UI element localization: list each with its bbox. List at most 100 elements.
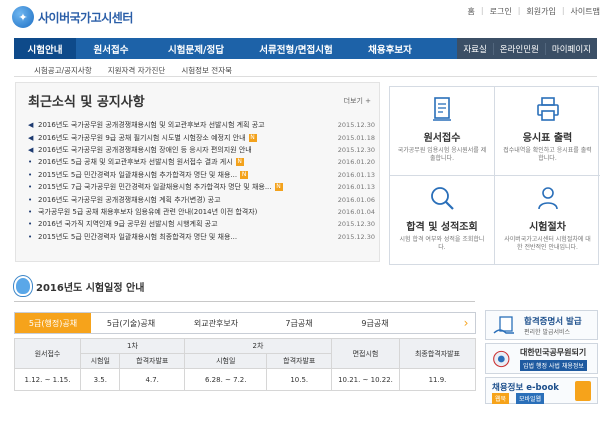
quick-card-apply[interactable]: 원서접수 국가공무원 임용시험 응시원서를 제출합니다. bbox=[390, 87, 495, 176]
news-item-date: 2015.01.18 bbox=[337, 133, 375, 142]
schedule-heading: 2016년도 시험일정 안내 bbox=[14, 276, 144, 296]
quick-card-print[interactable]: 응시표 출력 접수내역을 확인하고 응시표를 출력합니다. bbox=[495, 87, 600, 176]
quick-card-desc: 시험 합격 여부와 성적을 조회합니다. bbox=[399, 236, 485, 251]
news-item[interactable]: • 2015년도 7급 국가공무원 민간경력자 일괄채용시험 추가합격자 명단 및… bbox=[28, 181, 375, 193]
nav-tab-questions-answers[interactable]: 시험문제/정답 bbox=[146, 38, 246, 59]
new-badge-icon: N bbox=[240, 170, 249, 179]
banner-ebook[interactable]: 채용정보 e-book 웹북 모바일웹 bbox=[485, 377, 598, 404]
search-icon bbox=[431, 187, 454, 210]
speaker-icon: ◀ bbox=[28, 133, 34, 142]
quick-card-desc: 국가공무원 임용시험 응시원서를 제출합니다. bbox=[397, 147, 487, 162]
news-item-title: 2016년도 5급 공채 및 외교관후보자 선발시험 원서접수 결과 게시 bbox=[38, 158, 233, 167]
banner-subtitle: 입법 행정 사법 채용정보 bbox=[520, 360, 587, 371]
bullet-icon: • bbox=[28, 170, 33, 179]
schedule-tab-5grade-admin[interactable]: 5급(행정)공채 bbox=[15, 313, 91, 333]
quick-card-title: 시험절차 bbox=[529, 222, 566, 233]
cell-round1-pass: 4.7. bbox=[119, 368, 185, 391]
bullet-icon: • bbox=[28, 195, 33, 204]
news-item[interactable]: • 2016년도 국가공무원 공개경쟁채용시험 계획 추가(변경) 공고 2016.… bbox=[28, 193, 375, 205]
header-pass-announce: 합격자발표 bbox=[266, 353, 332, 369]
quick-card-desc: 접수내역을 확인하고 응시표를 출력합니다. bbox=[503, 147, 592, 162]
quick-card-desc: 사이버국가고시센터 시험절차에 대한 전반적인 안내입니다. bbox=[504, 236, 591, 251]
banner-title: 합격증명서 발급 bbox=[524, 317, 582, 327]
banner-title: 채용정보 e-book bbox=[492, 383, 559, 393]
site-logo[interactable]: ✦ 사이버국가고시센터 bbox=[12, 6, 133, 28]
banner-title: 대한민국공무원되기 bbox=[520, 348, 587, 357]
person-icon bbox=[537, 187, 558, 210]
site-name: 사이버국가고시센터 bbox=[38, 10, 133, 25]
page: ✦ 사이버국가고시센터 홈 | 로그인 | 회원가입 | 사이트맵 시험안내 원… bbox=[0, 0, 610, 421]
nav-tab-application[interactable]: 원서접수 bbox=[76, 38, 146, 59]
schedule-tab-7grade[interactable]: 7급공채 bbox=[261, 313, 337, 333]
news-item-title: 2015년도 5급 민간경력자 일괄채용시험 추가합격자 명단 및 채용... bbox=[38, 170, 238, 179]
divider bbox=[14, 76, 597, 77]
banner-subtitle: 편리한 발급서비스 bbox=[524, 329, 571, 336]
news-item[interactable]: • 국가공무원 5급 공채 채용후보자 임용유예 관련 안내(2014년 이전 합… bbox=[28, 206, 375, 218]
news-item[interactable]: • 2016년 국가직 지역인재 9급 공무원 선발시험 시행계획 공고 2015.… bbox=[28, 218, 375, 230]
schedule-table: 원서접수 1차 2차 면접시험 최종합격자발표 시험일 합격자발표 시험일 합격… bbox=[14, 338, 476, 391]
schedule-tab-diplomat[interactable]: 외교관후보자 bbox=[171, 313, 261, 333]
util-home-link[interactable]: 홈 bbox=[466, 6, 477, 17]
nav-tab-candidates[interactable]: 채용후보자 bbox=[346, 38, 434, 59]
subnav-self-check-link[interactable]: 지원자격 자가진단 bbox=[108, 65, 166, 76]
cell-final: 11.9. bbox=[399, 368, 476, 391]
bullet-icon: • bbox=[28, 207, 33, 216]
divider bbox=[14, 301, 475, 302]
news-item[interactable]: • 2015년도 5급 민간경력자 일괄채용시험 추가합격자 명단 및 채용...… bbox=[28, 169, 375, 181]
news-item[interactable]: ◀ 2016년도 국가공무원 공개경쟁채용시험 및 외교관후보자 선발시험 계획 … bbox=[28, 119, 375, 131]
news-item-title: 2016년도 국가공무원 공개경쟁채용시험 및 외교관후보자 선발시험 계획 공… bbox=[38, 121, 265, 130]
bullet-icon: • bbox=[28, 220, 33, 229]
banner-be-civil-servant[interactable]: 대한민국공무원되기 입법 행정 사법 채용정보 bbox=[485, 343, 598, 374]
new-badge-icon: N bbox=[235, 158, 244, 167]
news-item-title: 국가공무원 5급 공채 채용후보자 임용유예 관련 안내(2014년 이전 합격… bbox=[38, 207, 258, 216]
subnav-notice-link[interactable]: 시험공고/공지사항 bbox=[34, 65, 92, 76]
util-signup-link[interactable]: 회원가입 bbox=[524, 6, 557, 17]
webbook-tag[interactable]: 웹북 bbox=[492, 393, 510, 404]
nav-tab-exam-info[interactable]: 시험안내 bbox=[14, 38, 76, 59]
new-badge-icon: N bbox=[248, 133, 257, 142]
news-item-title: 2016년도 국가공무원 공개경쟁채용시험 계획 추가(변경) 공고 bbox=[38, 195, 221, 204]
news-item[interactable]: ◀ 2016년도 국가공무원 9급 공채 필기시험 시도별 시험장소 예정지 안내… bbox=[28, 131, 375, 143]
header-round1: 1차 bbox=[80, 338, 185, 354]
news-item-title: 2016년 국가직 지역인재 9급 공무원 선발시험 시행계획 공고 bbox=[38, 220, 218, 229]
header-exam-date: 시험일 bbox=[79, 353, 121, 369]
quick-menu: 원서접수 국가공무원 임용시험 응시원서를 제출합니다. 응시표 출력 접수내역… bbox=[389, 86, 600, 265]
news-item-date: 2016.01.06 bbox=[337, 195, 375, 204]
news-item-date: 2015.12.30 bbox=[337, 220, 375, 229]
news-panel: 최근소식 및 공지사항 더보기 + ◀ 2016년도 국가공무원 공개경쟁채용시험… bbox=[15, 82, 380, 262]
nav-tab-document-interview[interactable]: 서류전형/면접시험 bbox=[246, 38, 346, 59]
news-title: 최근소식 및 공지사항 bbox=[28, 95, 145, 110]
quick-card-procedure[interactable]: 시험절차 사이버국가고시센터 시험절차에 대한 전반적인 안내입니다. bbox=[495, 176, 600, 265]
next-arrow-icon[interactable]: › bbox=[457, 313, 475, 333]
nav-mypage-link[interactable]: 마이페이지 bbox=[544, 42, 597, 55]
cell-round1-exam: 3.5. bbox=[79, 368, 121, 391]
header-pass-announce: 합격자발표 bbox=[119, 353, 185, 369]
news-item-title: 2016년도 국가공무원 9급 공채 필기시험 시도별 시험장소 예정지 안내 bbox=[38, 133, 246, 142]
header-final: 최종합격자발표 bbox=[399, 338, 476, 369]
subnav-ebook-link[interactable]: 시험정보 전자북 bbox=[181, 65, 232, 76]
banner-certificate[interactable]: 합격증명서 발급 편리한 발급서비스 bbox=[485, 310, 598, 340]
util-login-link[interactable]: 로그인 bbox=[488, 6, 514, 17]
news-item-date: 2016.01.13 bbox=[337, 183, 375, 192]
quick-card-title: 합격 및 성적조회 bbox=[406, 222, 478, 233]
news-item-date: 2016.01.04 bbox=[337, 207, 375, 216]
news-item[interactable]: • 2015년도 5급 민간경력자 일괄채용시험 최종합격자 명단 및 채용...… bbox=[28, 231, 375, 243]
nav-archive-link[interactable]: 자료실 bbox=[457, 43, 492, 55]
util-sitemap-link[interactable]: 사이트맵 bbox=[569, 6, 602, 17]
cell-apply: 1.12. ~ 1.15. bbox=[14, 368, 81, 391]
news-more-link[interactable]: 더보기 + bbox=[344, 96, 371, 106]
nav-online-petition-link[interactable]: 온라인민원 bbox=[492, 42, 545, 55]
news-item-date: 2016.01.20 bbox=[337, 158, 375, 167]
logo-icon: ✦ bbox=[12, 6, 34, 28]
utility-links: 홈 | 로그인 | 회원가입 | 사이트맵 bbox=[466, 6, 602, 17]
news-item[interactable]: ◀ 2016년도 국가공무원 공개경쟁채용시험 장애인 등 응시자 편의지원 안내… bbox=[28, 144, 375, 156]
quick-card-result[interactable]: 합격 및 성적조회 시험 합격 여부와 성적을 조회합니다. bbox=[390, 176, 495, 265]
news-item-date: 2015.12.30 bbox=[337, 232, 375, 241]
schedule-tab-5grade-tech[interactable]: 5급(기술)공채 bbox=[91, 313, 171, 333]
news-item[interactable]: • 2016년도 5급 공채 및 외교관후보자 선발시험 원서접수 결과 게시 N 2… bbox=[28, 156, 375, 168]
mobile-web-tag[interactable]: 모바일웹 bbox=[516, 393, 545, 404]
schedule-tab-9grade[interactable]: 9급공채 bbox=[337, 313, 413, 333]
header-interview: 면접시험 bbox=[331, 338, 400, 369]
news-item-title: 2016년도 국가공무원 공개경쟁채용시험 장애인 등 응시자 편의지원 안내 bbox=[38, 145, 252, 154]
emblem-icon bbox=[493, 350, 510, 368]
